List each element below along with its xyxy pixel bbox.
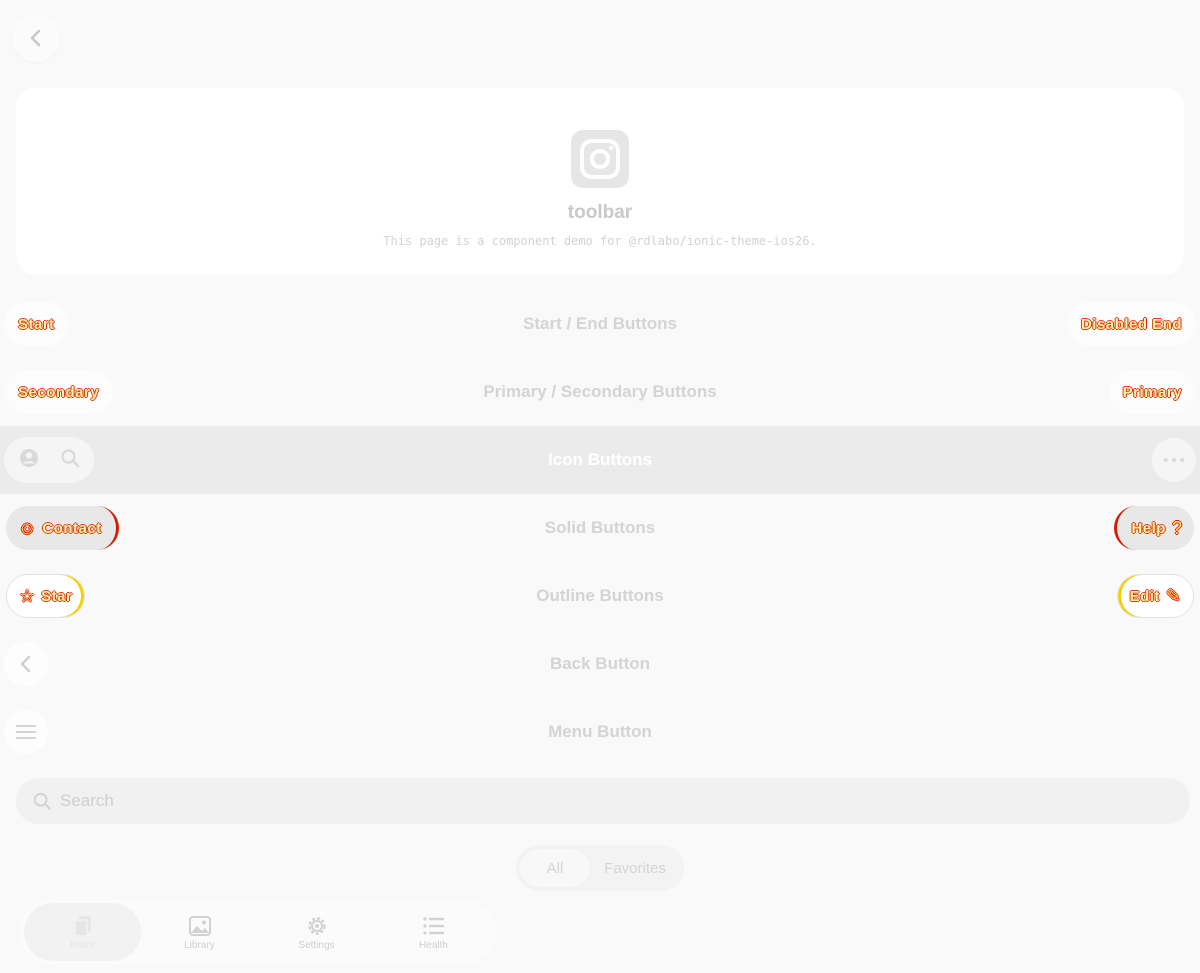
chevron-left-icon	[20, 655, 31, 673]
menu-icon	[16, 725, 36, 739]
icon-button-group	[4, 437, 94, 483]
tab-health[interactable]: Health	[375, 903, 492, 961]
more-button[interactable]	[1152, 438, 1196, 482]
toolbar-primary-secondary: Secondary Primary / Secondary Buttons Pr…	[0, 358, 1200, 426]
page-description: This page is a component demo for @rdlab…	[383, 234, 817, 248]
camera-logo-icon	[571, 130, 629, 188]
tab-library[interactable]: Library	[141, 903, 258, 961]
gear-icon	[307, 916, 326, 935]
images-icon	[188, 915, 211, 936]
contact-face-icon: ☺	[18, 518, 37, 538]
toolbar-icon-buttons: Icon Buttons	[0, 426, 1200, 494]
ellipsis-icon	[1163, 457, 1185, 463]
tab-index[interactable]: Index	[24, 903, 141, 961]
search-input[interactable]	[60, 791, 1140, 811]
edit-icon: ✎	[1165, 586, 1181, 606]
toolbar-title: Icon Buttons	[548, 450, 652, 469]
page-title: toolbar	[567, 202, 633, 223]
toolbar-title: Outline Buttons	[536, 586, 664, 605]
segment-all[interactable]: All	[520, 849, 590, 887]
toolbar-solid-buttons: ☺ Contact Solid Buttons Help ?	[0, 494, 1200, 562]
search-icon	[33, 792, 51, 810]
help-button[interactable]: Help ?	[1114, 506, 1194, 550]
start-button[interactable]: Start	[4, 302, 69, 346]
star-button[interactable]: ☆ Star	[6, 574, 86, 618]
search-bar	[16, 778, 1190, 824]
toolbar-outline-buttons: ☆ Star Outline Buttons Edit ✎	[0, 562, 1200, 630]
primary-button[interactable]: Primary	[1108, 370, 1196, 414]
secondary-button[interactable]: Secondary	[4, 370, 114, 414]
toolbar-back-button-control[interactable]	[4, 642, 48, 686]
documents-icon	[73, 915, 91, 937]
menu-button[interactable]	[4, 710, 48, 754]
toolbar-title: Back Button	[549, 654, 651, 673]
star-icon: ☆	[19, 586, 36, 606]
hero-card: toolbar This page is a component demo fo…	[16, 88, 1184, 274]
toolbar-start-end: Start Start / End Buttons Disabled End	[0, 290, 1200, 358]
segment-favorites[interactable]: Favorites	[590, 849, 680, 887]
search-icon[interactable]	[59, 447, 81, 474]
chevron-left-icon	[30, 29, 41, 47]
help-circle-icon: ?	[1171, 518, 1182, 538]
toolbar-title: Primary / Secondary Buttons	[483, 382, 717, 401]
toolbar-menu-button: Menu Button	[0, 698, 1200, 766]
edit-button[interactable]: Edit ✎	[1116, 574, 1194, 618]
contact-button[interactable]: ☺ Contact	[6, 506, 119, 550]
toolbar-title: Start / End Buttons	[523, 314, 677, 333]
segment-control: All Favorites	[516, 845, 684, 891]
tab-bar: Index Library Settings Health	[20, 899, 496, 965]
toolbar-title: Menu Button	[548, 722, 652, 741]
list-icon	[422, 916, 444, 935]
disabled-end-button[interactable]: Disabled End	[1066, 302, 1196, 346]
person-circle-icon[interactable]	[18, 447, 40, 474]
tab-settings[interactable]: Settings	[258, 903, 375, 961]
toolbar-back-button: Back Button	[0, 630, 1200, 698]
toolbar-title: Solid Buttons	[544, 518, 656, 537]
back-button[interactable]	[12, 14, 60, 62]
